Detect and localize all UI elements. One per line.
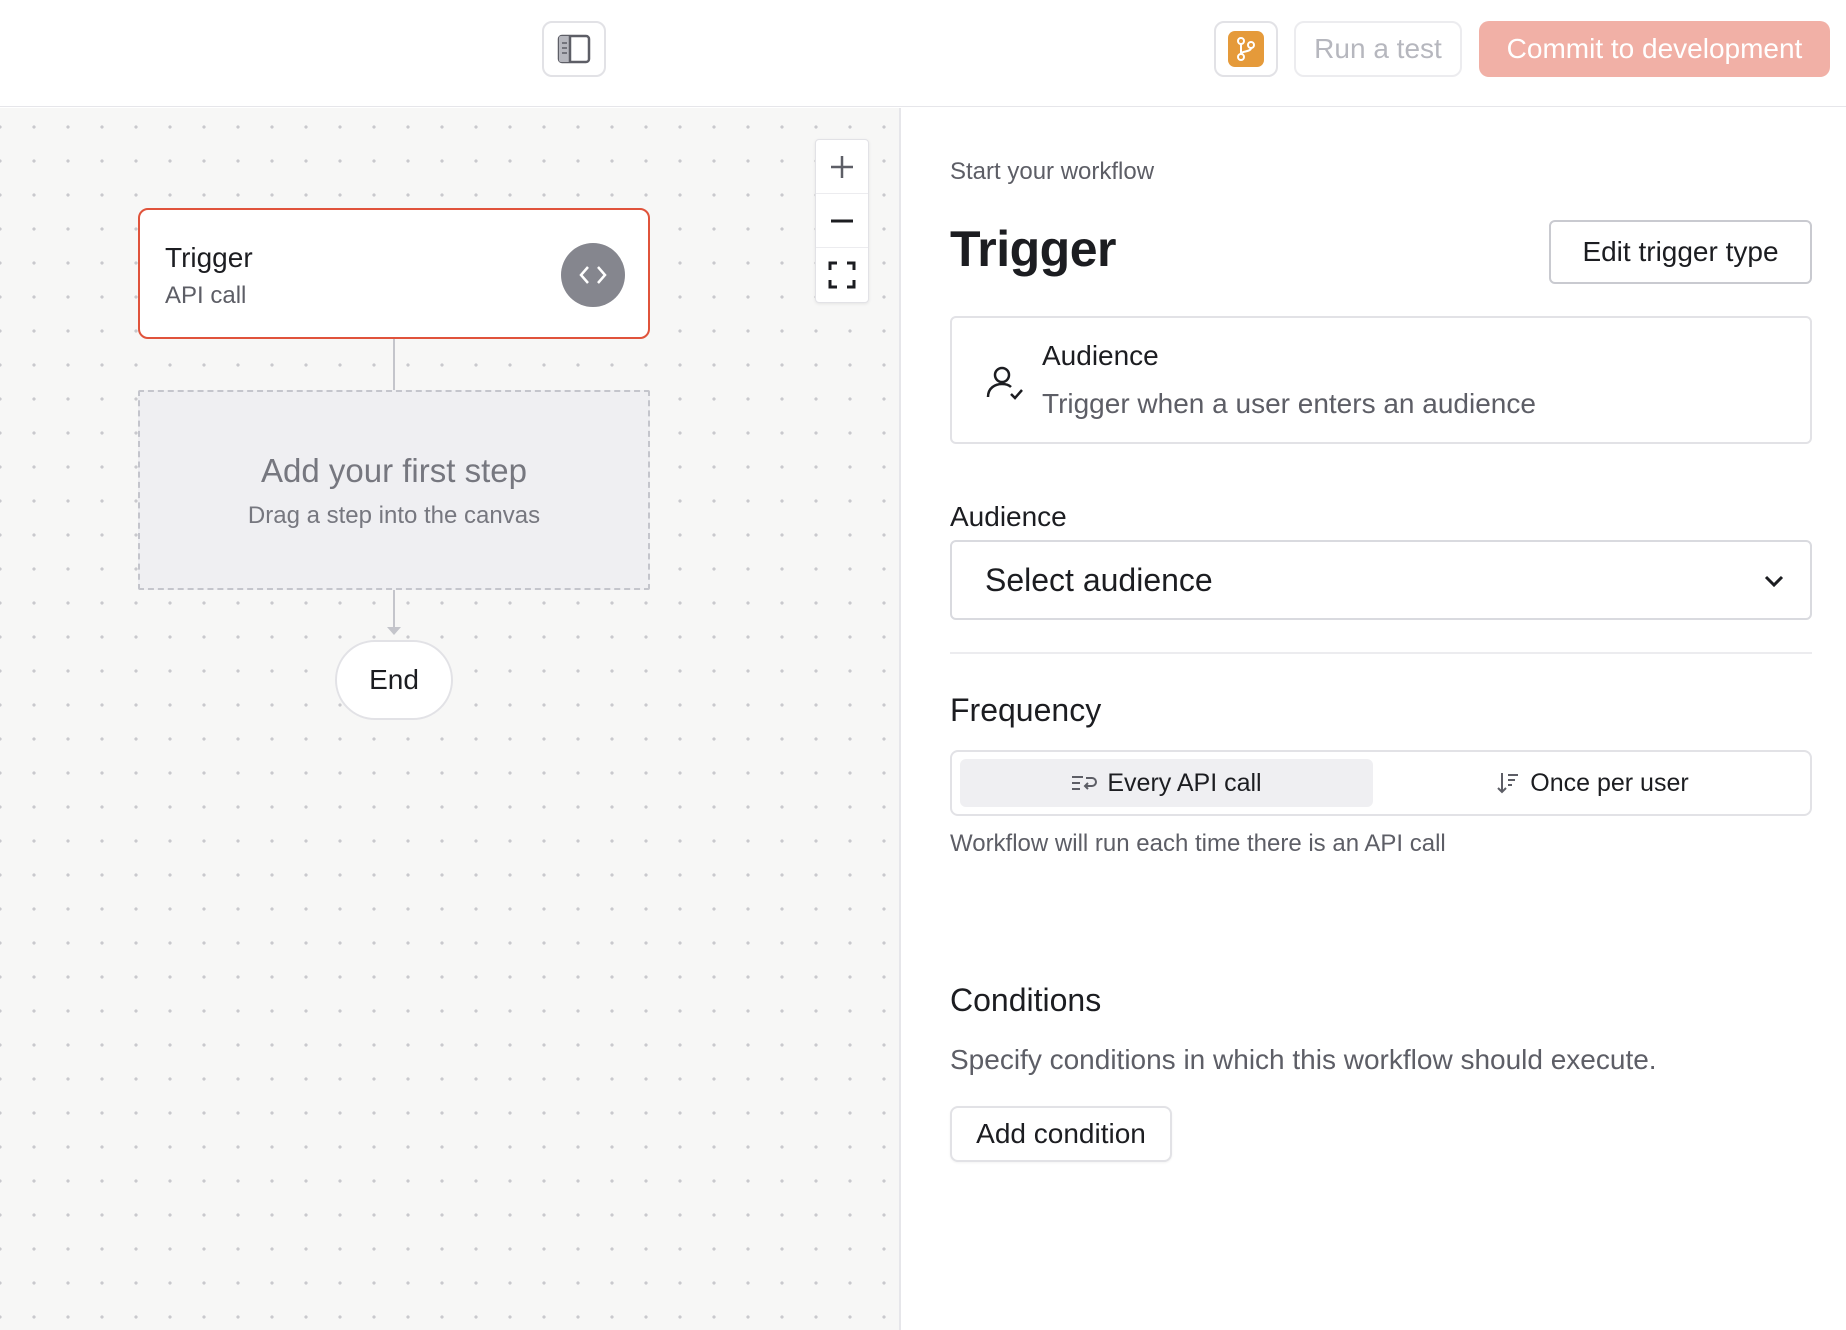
panel-left-icon — [557, 34, 591, 64]
branch-button[interactable] — [1214, 21, 1278, 77]
commit-button[interactable]: Commit to development — [1479, 21, 1830, 77]
conditions-description: Specify conditions in which this workflo… — [950, 1044, 1657, 1075]
fit-view-button[interactable] — [816, 248, 868, 302]
conditions-title: Conditions — [950, 982, 1102, 1018]
chevron-down-icon — [1764, 575, 1784, 588]
add-condition-button[interactable]: Add condition — [950, 1106, 1172, 1162]
audience-select[interactable]: Select audience — [950, 540, 1812, 620]
frequency-option-every-api-call[interactable]: Every API call — [960, 759, 1373, 807]
frequency-help-text: Workflow will run each time there is an … — [950, 830, 1446, 857]
section-divider — [950, 652, 1812, 654]
sort-down-icon — [1497, 773, 1519, 794]
connector-line — [393, 590, 395, 628]
minus-icon — [831, 219, 853, 222]
frequency-option-once-per-user[interactable]: Once per user — [1386, 759, 1799, 807]
trigger-node-title: Trigger — [165, 242, 253, 273]
audience-label: Audience — [950, 501, 1067, 532]
code-icon — [561, 243, 625, 307]
panel-title: Trigger — [950, 221, 1116, 277]
expand-icon — [828, 261, 856, 289]
trigger-type-card: Audience Trigger when a user enters an a… — [950, 316, 1812, 444]
frequency-title: Frequency — [950, 692, 1102, 728]
frequency-option-label: Every API call — [1107, 768, 1262, 797]
zoom-out-button[interactable] — [816, 194, 868, 248]
repeat-list-icon — [1072, 776, 1098, 790]
trigger-panel: Start your workflow Trigger Edit trigger… — [903, 108, 1846, 1330]
zoom-controls — [815, 139, 869, 303]
audience-select-value: Select audience — [985, 562, 1213, 598]
end-node[interactable]: End — [335, 640, 453, 720]
zoom-in-button[interactable] — [816, 140, 868, 194]
plus-icon — [831, 155, 853, 178]
trigger-type-description: Trigger when a user enters an audience — [1042, 388, 1536, 419]
placeholder-subtitle: Drag a step into the canvas — [247, 502, 541, 529]
run-test-button[interactable]: Run a test — [1294, 21, 1462, 77]
trigger-type-title: Audience — [1042, 340, 1159, 371]
connector-line — [393, 339, 395, 390]
edit-trigger-type-button[interactable]: Edit trigger type — [1549, 220, 1812, 284]
placeholder-title: Add your first step — [261, 452, 527, 489]
user-check-icon — [986, 366, 1023, 400]
panel-eyebrow: Start your workflow — [950, 158, 1155, 185]
connector-arrow — [387, 627, 401, 635]
sidebar-toggle-button[interactable] — [542, 21, 606, 77]
git-branch-icon — [1237, 37, 1255, 61]
trigger-node[interactable]: Trigger API call — [138, 208, 650, 339]
branch-badge — [1228, 31, 1264, 67]
trigger-node-subtitle: API call — [165, 282, 247, 309]
frequency-toggle: Every API call Once per user — [950, 750, 1812, 816]
frequency-option-label: Once per user — [1530, 768, 1689, 797]
add-step-placeholder[interactable]: Add your first step Drag a step into the… — [138, 390, 650, 590]
top-bar: Run a test Commit to development — [0, 0, 1846, 107]
